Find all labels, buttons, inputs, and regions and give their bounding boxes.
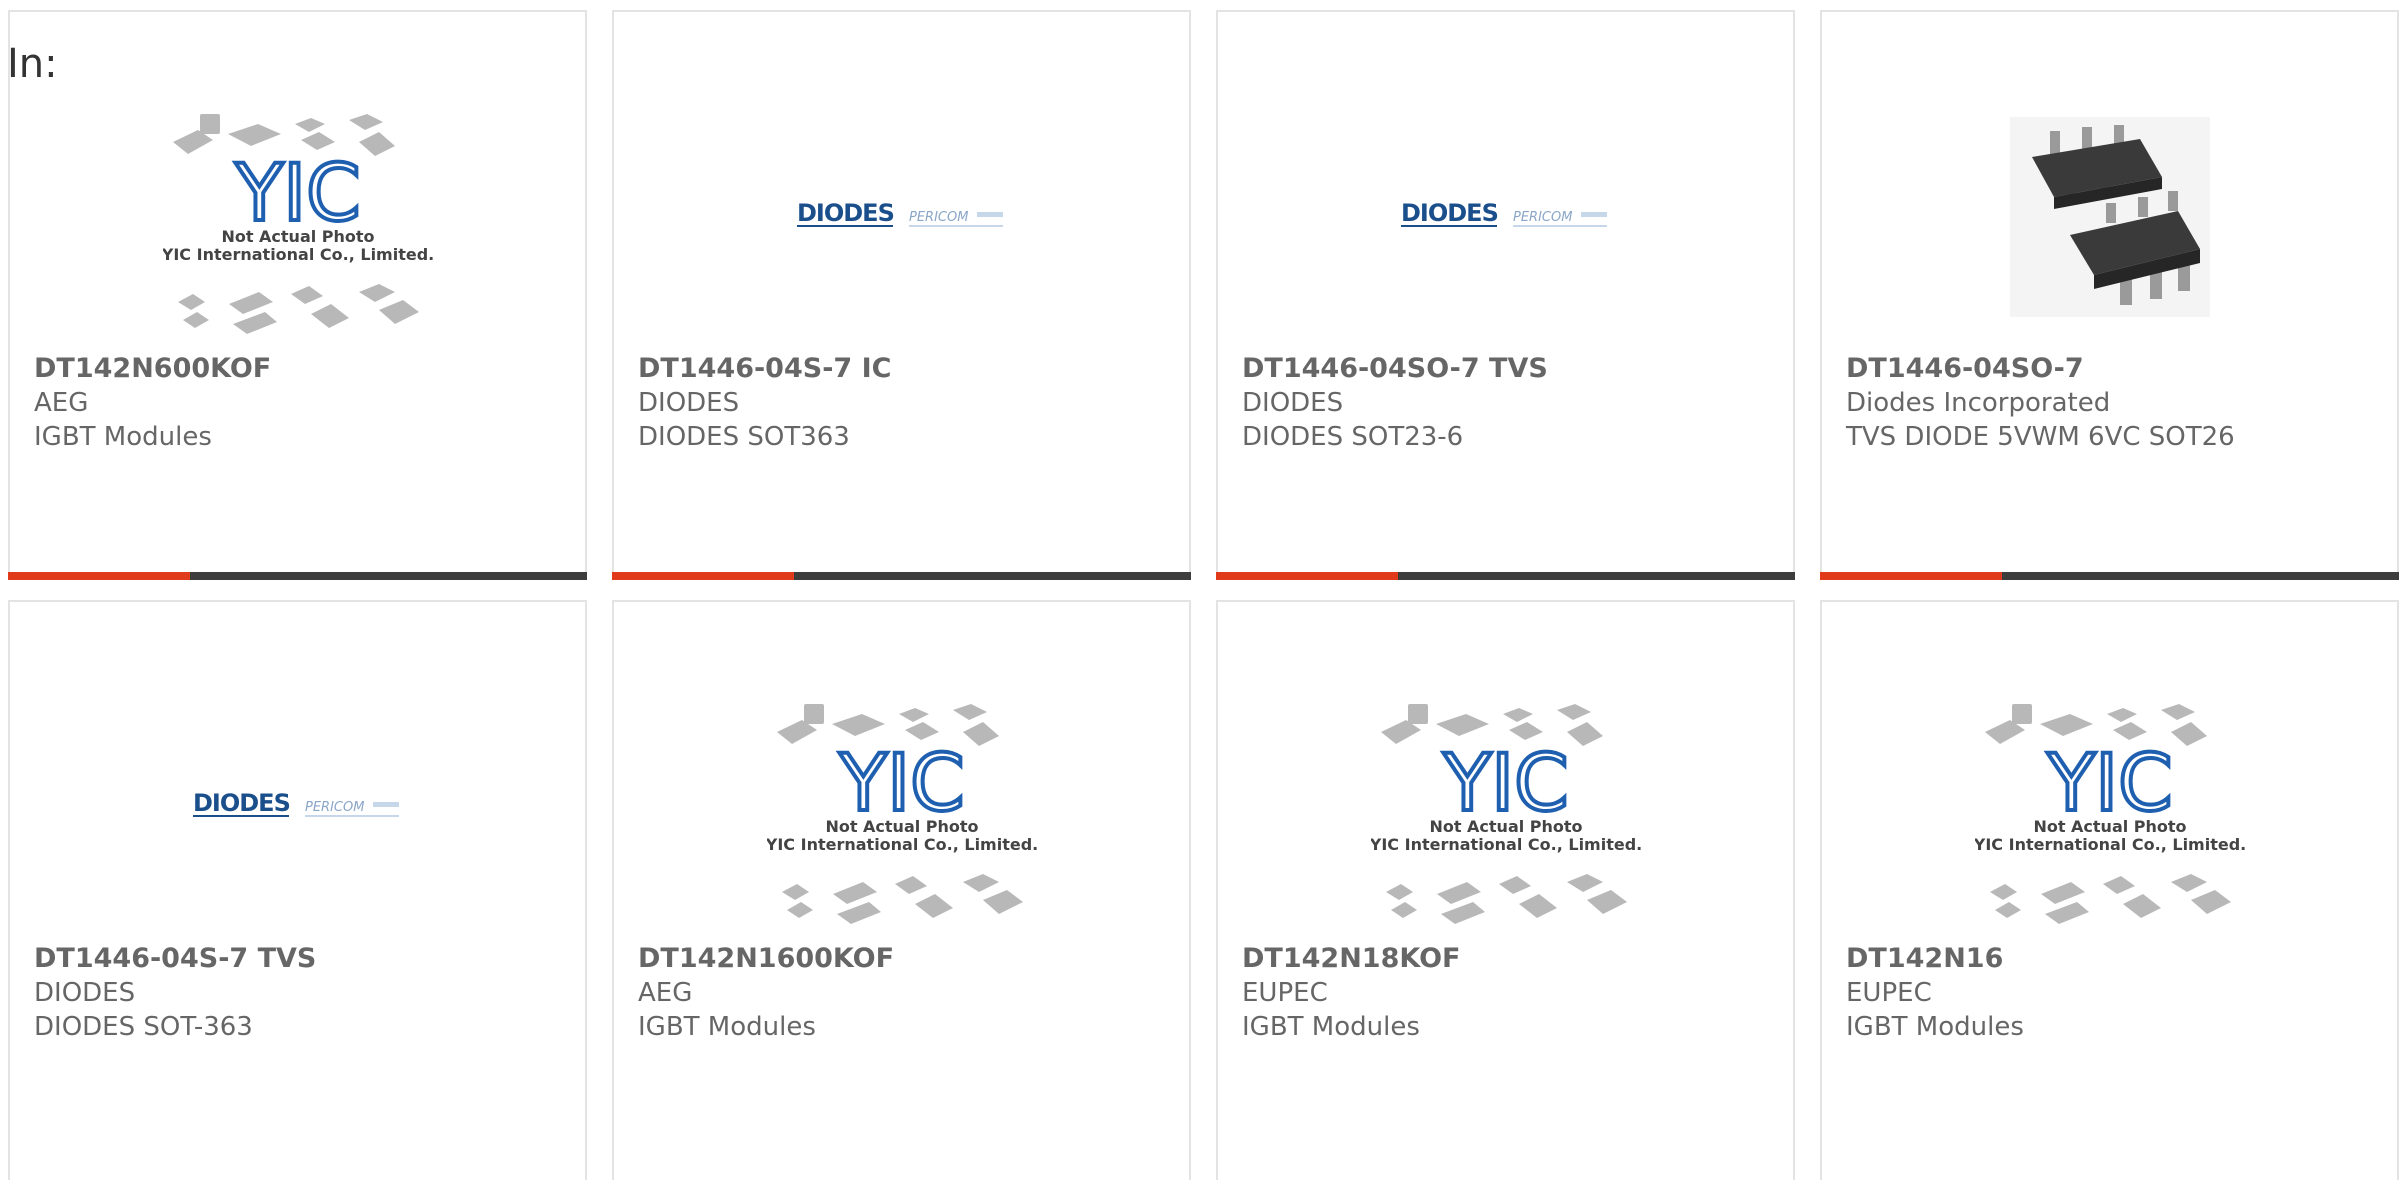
sot26-package-icon	[2009, 117, 2210, 317]
product-info: DT142N16 EUPEC IGBT Modules	[1846, 942, 2377, 1044]
svg-text:YIC: YIC	[838, 739, 964, 829]
product-info: DT142N600KOF AEG IGBT Modules	[34, 352, 565, 454]
product-info: DT1446-04SO-7 Diodes Incorporated TVS DI…	[1846, 352, 2377, 454]
svg-text:Not Actual Photo: Not Actual Photo	[1429, 817, 1582, 836]
svg-text:YIC International Co., Limited: YIC International Co., Limited.	[1371, 835, 1641, 854]
card-accent-bar	[8, 572, 190, 580]
product-image[interactable]: DIODES PERICOM	[10, 682, 585, 932]
manufacturer: Diodes Incorporated	[1846, 388, 2111, 418]
description: DIODES SOT-363	[34, 1012, 253, 1042]
part-number-link[interactable]: DT142N600KOF	[34, 352, 565, 386]
description: DIODES SOT23-6	[1242, 422, 1464, 452]
manufacturer: DIODES	[638, 388, 740, 418]
product-image[interactable]: DIODES PERICOM	[614, 92, 1189, 342]
card-bottom-bar	[1820, 572, 2399, 580]
svg-text:PERICOM: PERICOM	[1513, 210, 1572, 225]
not-actual-photo-icon: YIC Not Actual Photo YIC International C…	[163, 114, 433, 334]
product-image[interactable]: YIC Not Actual Photo YIC International C…	[10, 92, 585, 342]
card-bottom-bar	[612, 572, 1191, 580]
product-card[interactable]: DIODES PERICOM DT1446-04S-7 TVS DIODES D…	[8, 600, 587, 1180]
manufacturer: AEG	[638, 978, 693, 1008]
manufacturer: DIODES	[34, 978, 136, 1008]
manufacturer: DIODES	[1242, 388, 1344, 418]
svg-text:YIC: YIC	[2046, 739, 2172, 829]
svg-text:YIC: YIC	[1442, 739, 1568, 829]
product-card[interactable]: DT1446-04SO-7 Diodes Incorporated TVS DI…	[1820, 10, 2399, 580]
part-number-link[interactable]: DT1446-04SO-7 TVS	[1242, 352, 1773, 386]
card-bottom-bar	[1216, 572, 1795, 580]
product-image[interactable]	[1822, 92, 2397, 342]
product-card[interactable]: YIC Not Actual Photo YIC International C…	[1216, 600, 1795, 1180]
svg-text:DIODES: DIODES	[193, 789, 290, 817]
svg-text:YIC: YIC	[234, 149, 360, 239]
part-number-link[interactable]: DT1446-04S-7 TVS	[34, 942, 565, 976]
svg-text:YIC International Co., Limited: YIC International Co., Limited.	[767, 835, 1037, 854]
product-image[interactable]: DIODES PERICOM	[1218, 92, 1793, 342]
svg-text:Not Actual Photo: Not Actual Photo	[825, 817, 978, 836]
product-image[interactable]: YIC Not Actual Photo YIC International C…	[1218, 682, 1793, 932]
product-card[interactable]: DIODES PERICOM DT1446-04S-7 IC DIODES DI…	[612, 10, 1191, 580]
diodes-logo-icon: DIODES PERICOM	[1400, 199, 1607, 227]
svg-text:PERICOM: PERICOM	[909, 210, 968, 225]
manufacturer: EUPEC	[1846, 978, 1932, 1008]
part-number-link[interactable]: DT142N16	[1846, 942, 2377, 976]
manufacturer: AEG	[34, 388, 89, 418]
product-image[interactable]: YIC Not Actual Photo YIC International C…	[1822, 682, 2397, 932]
part-number-link[interactable]: DT1446-04S-7 IC	[638, 352, 1169, 386]
svg-text:YIC International Co., Limited: YIC International Co., Limited.	[163, 245, 433, 264]
card-accent-bar	[1820, 572, 2002, 580]
svg-text:YIC International Co., Limited: YIC International Co., Limited.	[1975, 835, 2245, 854]
card-accent-bar	[1216, 572, 1398, 580]
description: IGBT Modules	[638, 1012, 816, 1042]
description: IGBT Modules	[34, 422, 212, 452]
svg-text:Not Actual Photo: Not Actual Photo	[221, 227, 374, 246]
part-number-link[interactable]: DT1446-04SO-7	[1846, 352, 2377, 386]
diodes-logo-icon: DIODES PERICOM	[192, 789, 399, 817]
product-card[interactable]: YIC Not Actual Photo YIC International C…	[612, 600, 1191, 1180]
product-info: DT142N18KOF EUPEC IGBT Modules	[1242, 942, 1773, 1044]
card-accent-bar	[612, 572, 794, 580]
manufacturer: EUPEC	[1242, 978, 1328, 1008]
product-card[interactable]: YIC Not Actual Photo YIC International C…	[1820, 600, 2399, 1180]
part-number-link[interactable]: DT142N1600KOF	[638, 942, 1169, 976]
product-info: DT142N1600KOF AEG IGBT Modules	[638, 942, 1169, 1044]
page-heading: In:	[7, 41, 58, 87]
not-actual-photo-icon: YIC Not Actual Photo YIC International C…	[1371, 704, 1641, 924]
card-bottom-bar	[8, 572, 587, 580]
description: IGBT Modules	[1242, 1012, 1420, 1042]
product-card[interactable]: YIC Not Actual Photo YIC International C…	[8, 10, 587, 580]
description: TVS DIODE 5VWM 6VC SOT26	[1846, 422, 2235, 452]
not-actual-photo-icon: YIC Not Actual Photo YIC International C…	[1975, 704, 2245, 924]
description: IGBT Modules	[1846, 1012, 2024, 1042]
part-number-link[interactable]: DT142N18KOF	[1242, 942, 1773, 976]
description: DIODES SOT363	[638, 422, 850, 452]
product-info: DT1446-04SO-7 TVS DIODES DIODES SOT23-6	[1242, 352, 1773, 454]
not-actual-photo-icon: YIC Not Actual Photo YIC International C…	[767, 704, 1037, 924]
product-info: DT1446-04S-7 TVS DIODES DIODES SOT-363	[34, 942, 565, 1044]
svg-text:PERICOM: PERICOM	[305, 800, 364, 815]
diodes-logo-icon: DIODES PERICOM	[796, 199, 1003, 227]
product-card[interactable]: DIODES PERICOM DT1446-04SO-7 TVS DIODES …	[1216, 10, 1795, 580]
svg-text:DIODES: DIODES	[797, 199, 894, 227]
svg-text:DIODES: DIODES	[1401, 199, 1498, 227]
product-info: DT1446-04S-7 IC DIODES DIODES SOT363	[638, 352, 1169, 454]
svg-text:Not Actual Photo: Not Actual Photo	[2033, 817, 2186, 836]
product-image[interactable]: YIC Not Actual Photo YIC International C…	[614, 682, 1189, 932]
